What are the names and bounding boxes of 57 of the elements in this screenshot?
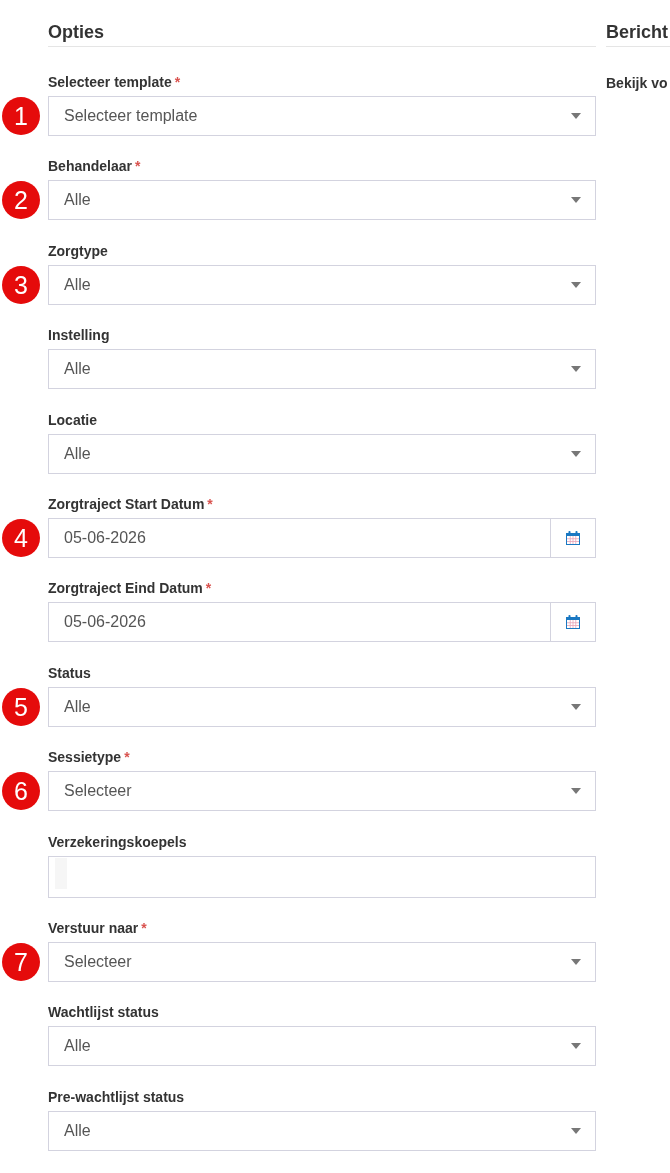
section-heading: Opties xyxy=(48,20,596,47)
required-asterisk: * xyxy=(124,749,130,766)
required-asterisk: * xyxy=(141,919,147,936)
dropdown-field[interactable]: Alle xyxy=(48,180,596,221)
dropdown-field[interactable]: Alle xyxy=(48,264,596,305)
section-heading: Bericht xyxy=(606,20,670,47)
field-label: Pre-wachtlijst status xyxy=(48,1087,186,1107)
number-badge: 7 xyxy=(2,942,40,981)
dropdown-field[interactable]: Selecteer xyxy=(48,941,596,982)
field-label: Zorgtraject Eind Datum * xyxy=(48,579,213,599)
field-label: Verzekeringskoepels xyxy=(48,832,188,852)
caret-icon xyxy=(571,113,581,119)
dropdown-field[interactable]: Alle xyxy=(48,349,596,390)
inline-input-field[interactable] xyxy=(55,857,67,889)
caret-icon xyxy=(571,1043,581,1050)
number-badge: 2 xyxy=(2,181,40,220)
field-label: Verstuur naar * xyxy=(48,918,148,938)
field-label: Sessietype * xyxy=(48,748,131,768)
required-asterisk: * xyxy=(174,74,181,90)
dropdown-field[interactable]: Selecteer template xyxy=(48,96,596,136)
caret-icon xyxy=(571,1127,581,1134)
caret-icon xyxy=(571,958,581,965)
caret-icon xyxy=(571,788,581,795)
field-label: Wachtlijst status xyxy=(48,1003,160,1023)
caret-icon xyxy=(571,703,581,710)
number-badge: 4 xyxy=(2,518,40,557)
number-badge: 1 xyxy=(2,97,40,135)
field-label: Zorgtraject Start Datum * xyxy=(48,494,214,514)
calendar-button[interactable] xyxy=(550,517,596,558)
required-asterisk: * xyxy=(207,495,213,512)
field-label: Locatie xyxy=(48,410,98,430)
field-label: Behandelaar * xyxy=(48,157,142,177)
field-label: Status xyxy=(48,663,92,683)
date-field[interactable]: 05-06-2026 xyxy=(48,602,550,643)
dropdown-field[interactable]: Alle xyxy=(48,1026,596,1067)
dropdown-field[interactable]: Alle xyxy=(48,1110,596,1151)
calendar-icon xyxy=(565,614,581,631)
tags-field[interactable] xyxy=(48,855,596,898)
required-asterisk: * xyxy=(135,158,141,175)
dropdown-field[interactable]: Selecteer xyxy=(48,771,596,812)
number-badge: 3 xyxy=(2,265,40,304)
required-asterisk: * xyxy=(205,580,212,597)
field-label: Zorgtype xyxy=(48,241,109,261)
field-label: Instelling xyxy=(48,326,111,346)
date-field[interactable]: 05-06-2026 xyxy=(48,517,550,558)
calendar-button[interactable] xyxy=(550,602,596,643)
caret-icon xyxy=(571,450,581,457)
field-label: Bekijk vo xyxy=(606,74,669,93)
number-badge: 5 xyxy=(2,687,40,726)
caret-icon xyxy=(571,366,581,373)
dropdown-field[interactable]: Alle xyxy=(48,686,596,727)
dropdown-field[interactable]: Alle xyxy=(48,433,596,474)
caret-icon xyxy=(571,197,581,204)
caret-icon xyxy=(571,281,581,288)
number-badge: 6 xyxy=(2,772,40,811)
field-label: Selecteer template * xyxy=(48,73,182,92)
calendar-icon xyxy=(565,529,581,546)
